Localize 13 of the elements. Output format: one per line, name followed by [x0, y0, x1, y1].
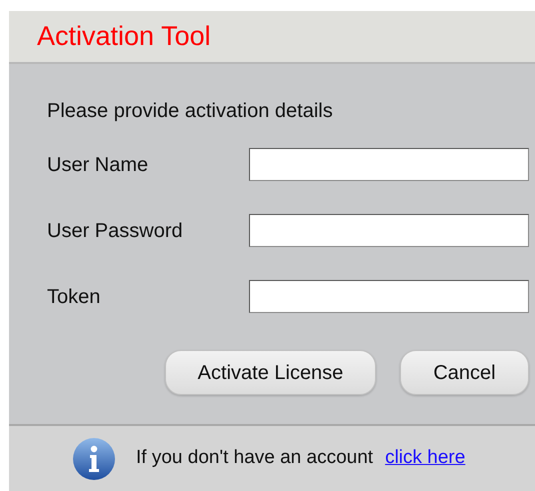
signup-link[interactable]: click here: [385, 444, 466, 473]
cancel-button[interactable]: Cancel: [400, 350, 529, 395]
input-field[interactable]: [249, 148, 529, 181]
field-label: User Name: [47, 154, 150, 174]
field-label: Token: [47, 286, 102, 306]
window-title: Activation Tool: [37, 23, 211, 50]
info-icon: [72, 436, 116, 480]
instruction-text: Please provide activation details: [47, 100, 333, 122]
input-field[interactable]: [249, 214, 529, 247]
field-label: User Password: [47, 220, 184, 240]
footer-text: If you don't have an account: [136, 446, 374, 470]
activate-button[interactable]: Activate License: [165, 350, 376, 395]
input-field[interactable]: [249, 280, 529, 313]
